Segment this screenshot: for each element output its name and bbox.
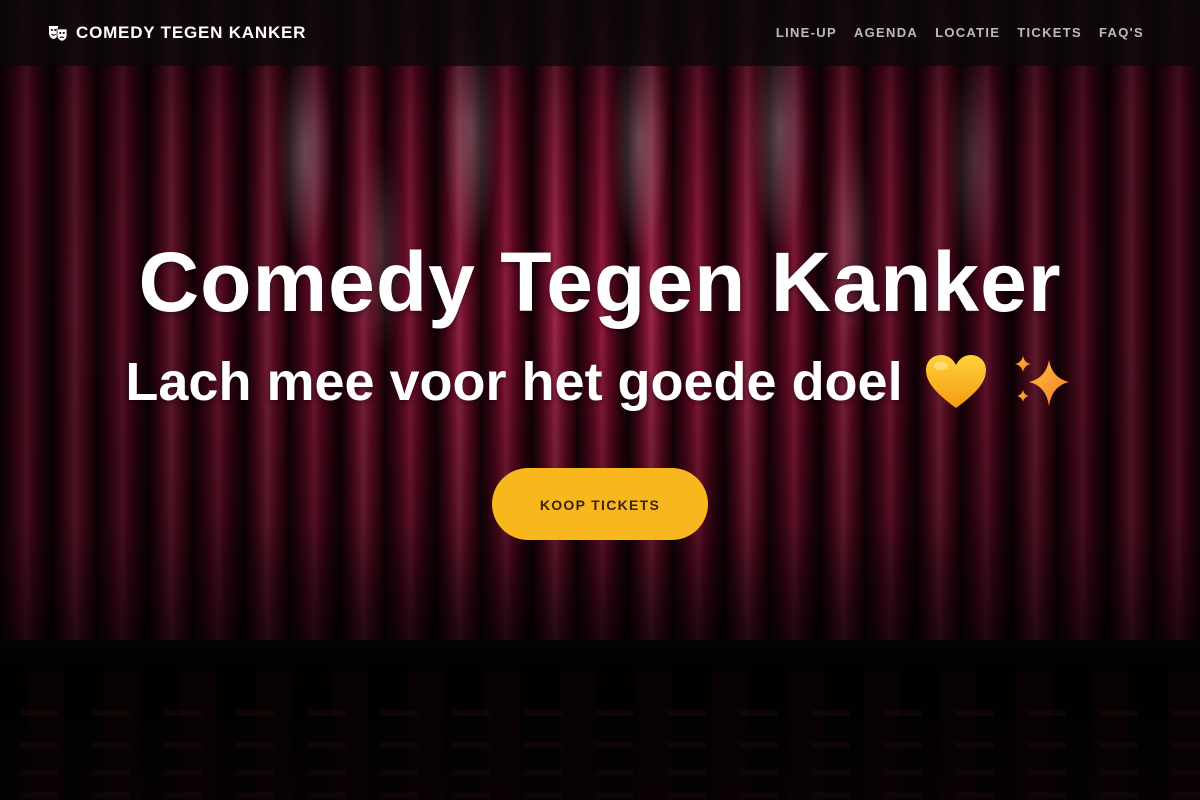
brand-link[interactable]: COMEDY TEGEN KANKER (48, 23, 306, 43)
brand-name: COMEDY TEGEN KANKER (76, 23, 307, 42)
nav-link-faqs[interactable]: FAQ'S (1099, 25, 1144, 40)
top-navbar: COMEDY TEGEN KANKER LINE-UP AGENDA LOCAT… (0, 0, 1200, 66)
nav-link-tickets[interactable]: TICKETS (1017, 25, 1082, 40)
nav-link-agenda[interactable]: AGENDA (854, 25, 918, 40)
sparkles-icon (1009, 352, 1075, 412)
hero-title: Comedy Tegen Kanker (138, 235, 1062, 329)
hero-subtitle: Lach mee voor het goede doel (125, 352, 903, 412)
nav-link-locatie[interactable]: LOCATIE (935, 25, 1000, 40)
hero-section: Comedy Tegen Kanker Lach mee voor het go… (0, 230, 1200, 540)
page: COMEDY TEGEN KANKER LINE-UP AGENDA LOCAT… (0, 0, 1200, 800)
buy-tickets-button[interactable]: KOOP TICKETS (492, 468, 708, 540)
hero-subtitle-row: Lach mee voor het goede doel (0, 350, 1200, 414)
nav-links: LINE-UP AGENDA LOCATIE TICKETS FAQ'S (776, 24, 1144, 42)
theater-masks-icon (48, 24, 68, 42)
yellow-heart-icon (923, 352, 989, 412)
nav-link-line-up[interactable]: LINE-UP (776, 25, 837, 40)
